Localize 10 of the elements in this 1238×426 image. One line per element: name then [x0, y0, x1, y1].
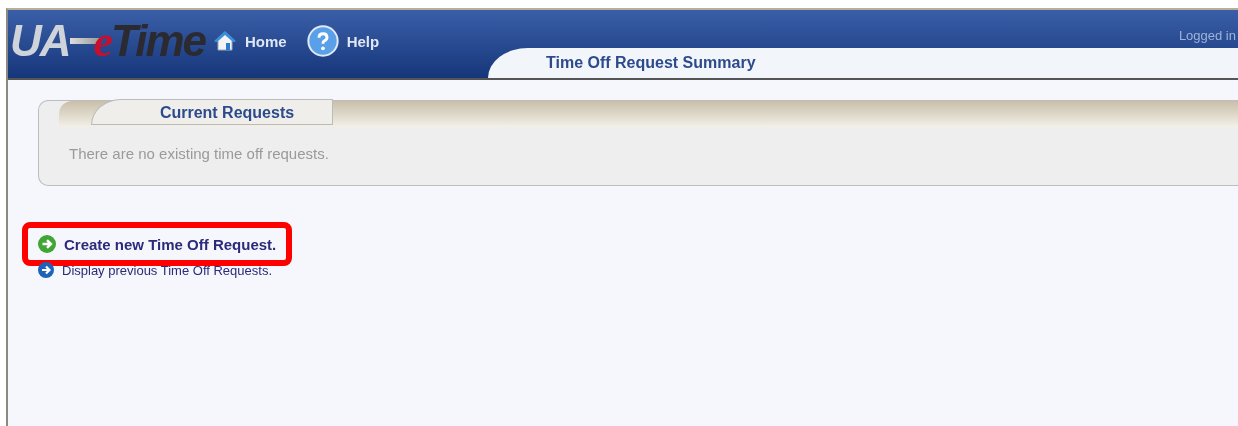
help-icon[interactable]	[306, 25, 339, 57]
nav-link[interactable]: Home	[245, 32, 287, 50]
house-icon[interactable]	[213, 29, 237, 53]
action-link[interactable]: Display previous Time Off Requests.	[62, 262, 272, 278]
action-link[interactable]: Create new Time Off Request.	[64, 235, 277, 253]
logo: UA eTime	[10, 15, 207, 67]
nav-link[interactable]: Help	[346, 32, 380, 50]
user-status: Logged in	[1178, 28, 1236, 43]
panel-title: Current Requests	[91, 99, 333, 125]
empty-message: There are no existing time off requests.	[69, 145, 329, 162]
